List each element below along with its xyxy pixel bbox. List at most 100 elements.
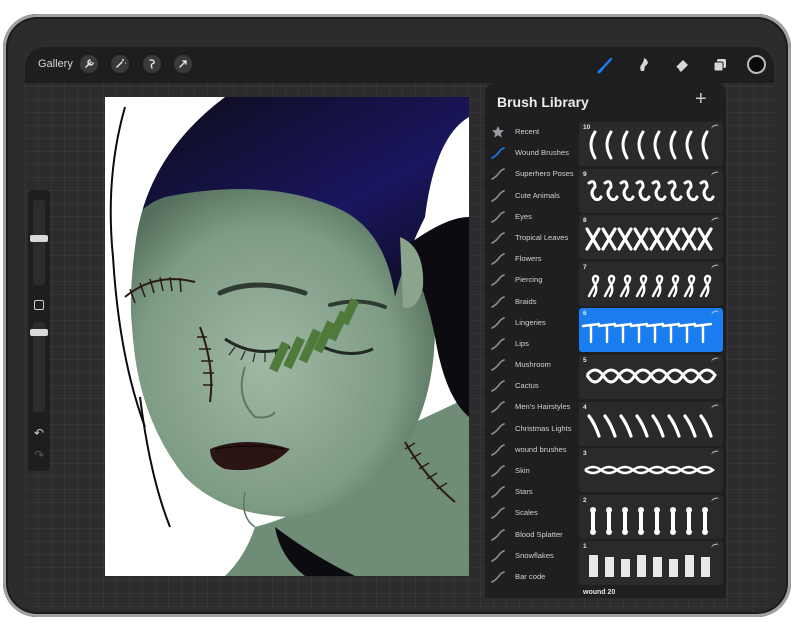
brush-library-panel: Brush Library + Recent Wound Brushes Super… <box>485 83 726 598</box>
brush-stroke-icon <box>491 528 505 542</box>
redo-arrow-icon[interactable]: ↷ <box>32 448 46 462</box>
undo-arrow-icon[interactable]: ↶ <box>32 426 46 440</box>
brush-set-label: Cute Animals <box>515 190 560 200</box>
brush-item[interactable]: 2 <box>579 494 723 539</box>
brush-icon[interactable] <box>596 55 616 75</box>
brush-stroke-icon <box>491 570 505 584</box>
brush-set-item[interactable]: Braids <box>485 292 579 313</box>
brush-stroke-icon <box>491 146 505 160</box>
procreate-screen: Gallery ↶ ↷ Brush Library + Recent Wound… <box>25 47 774 610</box>
brush-number-label: 8 <box>583 217 587 225</box>
brush-set-item[interactable]: Blood Splatter <box>485 525 579 546</box>
brush-stroke-icon <box>491 358 505 372</box>
brush-number-label: 3 <box>583 450 587 458</box>
modify-square-icon[interactable] <box>34 300 44 310</box>
brush-set-label: wound brushes <box>515 444 567 454</box>
brush-set-item[interactable]: Snowflakes <box>485 546 579 567</box>
layers-icon[interactable] <box>710 55 730 75</box>
brush-set-label: Flowers <box>515 254 542 264</box>
brush-number-label: 4 <box>583 403 587 411</box>
brush-item[interactable]: 10 <box>579 122 723 166</box>
brush-item[interactable]: 9 <box>579 168 723 213</box>
brush-set-item[interactable]: Recent <box>485 122 579 143</box>
brush-stroke-icon <box>491 379 505 393</box>
brush-set-item[interactable]: Men's Hairstyles <box>485 397 579 418</box>
brush-set-item[interactable]: Christmas Lights <box>485 419 579 440</box>
brush-set-label: Mushroom <box>515 360 551 370</box>
panel-title: Brush Library <box>497 94 589 110</box>
brush-set-item[interactable]: Flowers <box>485 249 579 270</box>
brush-set-item[interactable]: Tropical Leaves <box>485 228 579 249</box>
brush-set-label: Piercing <box>515 275 543 285</box>
magic-wand-icon[interactable] <box>111 55 129 73</box>
brush-stroke-icon <box>491 422 505 436</box>
brush-number-label: 7 <box>583 263 587 271</box>
brush-set-label: Tropical Leaves <box>515 232 569 242</box>
brush-set-label: Lingeries <box>515 317 546 327</box>
brush-size-slider[interactable] <box>33 200 45 285</box>
plus-icon[interactable]: + <box>695 89 707 109</box>
brush-item[interactable]: 3 <box>579 448 723 493</box>
opacity-thumb[interactable] <box>30 329 48 336</box>
brush-set-label: Skin <box>515 466 530 475</box>
brush-set-item[interactable]: Eyes <box>485 207 579 228</box>
brush-item[interactable]: 7 <box>579 261 723 306</box>
selection-icon[interactable] <box>143 55 161 73</box>
brush-stroke-icon <box>491 443 505 457</box>
brush-set-item[interactable]: Cute Animals <box>485 186 579 207</box>
brush-set-label: Wound Brushes <box>515 148 569 158</box>
brush-set-label: Eyes <box>515 211 532 221</box>
wrench-icon[interactable] <box>80 55 98 73</box>
brush-set-label: Braids <box>515 296 537 306</box>
brush-set-item[interactable]: Bar code <box>485 567 579 588</box>
brush-set-item[interactable]: Skin <box>485 461 579 482</box>
brush-set-label: Men's Hairstyles <box>515 402 571 412</box>
ipad-frame: Gallery ↶ ↷ Brush Library + Recent Wound… <box>3 14 791 617</box>
brush-set-label: Snowflakes <box>515 550 554 560</box>
brush-stroke-icon <box>491 210 505 224</box>
gallery-button[interactable]: Gallery <box>38 58 73 70</box>
brush-set-item[interactable]: wound brushes <box>485 440 579 461</box>
star-icon <box>491 125 505 139</box>
brush-set-label: Recent <box>515 127 540 136</box>
brush-set-item[interactable]: Superhero Poses <box>485 164 579 185</box>
brush-set-item[interactable]: Lingeries <box>485 313 579 334</box>
brush-set-item[interactable]: Piercing <box>485 270 579 291</box>
brush-set-label: Scales <box>515 508 538 518</box>
brush-set-item[interactable]: Scales <box>485 503 579 524</box>
brush-set-item[interactable]: Stars <box>485 482 579 503</box>
brush-stroke-icon <box>491 506 505 520</box>
brush-set-label: Superhero Poses <box>515 169 574 179</box>
brush-set-label: Cactus <box>515 381 539 391</box>
brush-item[interactable]: 8 <box>579 215 723 260</box>
brush-set-label: Stars <box>515 487 533 497</box>
brush-set-item[interactable]: Cactus <box>485 376 579 397</box>
brush-size-thumb[interactable] <box>30 235 48 242</box>
color-picker-button[interactable] <box>747 55 766 74</box>
brush-set-item[interactable]: Mushroom <box>485 355 579 376</box>
brush-stroke-icon <box>491 273 505 287</box>
brush-stroke-icon <box>491 549 505 563</box>
brush-stroke-icon <box>491 464 505 478</box>
drawing-canvas[interactable] <box>105 97 469 576</box>
brush-number-label: 1 <box>583 543 587 551</box>
transform-arrow-icon[interactable] <box>174 55 192 73</box>
brush-item[interactable]: 1 <box>579 541 723 586</box>
brush-stroke-icon <box>491 252 505 266</box>
brush-set-label: Christmas Lights <box>515 423 572 433</box>
brush-set-label: Blood Splatter <box>515 529 563 539</box>
brush-number-label: 9 <box>583 170 587 178</box>
brush-set-label: Lips <box>515 338 529 348</box>
brush-item[interactable]: 4 <box>579 401 723 446</box>
brush-set-list: Recent Wound Brushes Superhero Poses Cute A… <box>485 122 579 588</box>
eraser-icon[interactable] <box>672 55 692 75</box>
left-sidebar: ↶ ↷ <box>28 190 50 471</box>
brush-stroke-icon <box>491 167 505 181</box>
brush-stroke-icon <box>491 337 505 351</box>
brush-stroke-icon <box>491 485 505 499</box>
brush-set-item[interactable]: Wound Brushes <box>485 143 579 164</box>
brush-item[interactable]: 6 <box>579 308 723 353</box>
brush-item[interactable]: 5 <box>579 355 723 399</box>
brush-set-item[interactable]: Lips <box>485 334 579 355</box>
smudge-icon[interactable] <box>634 55 654 75</box>
